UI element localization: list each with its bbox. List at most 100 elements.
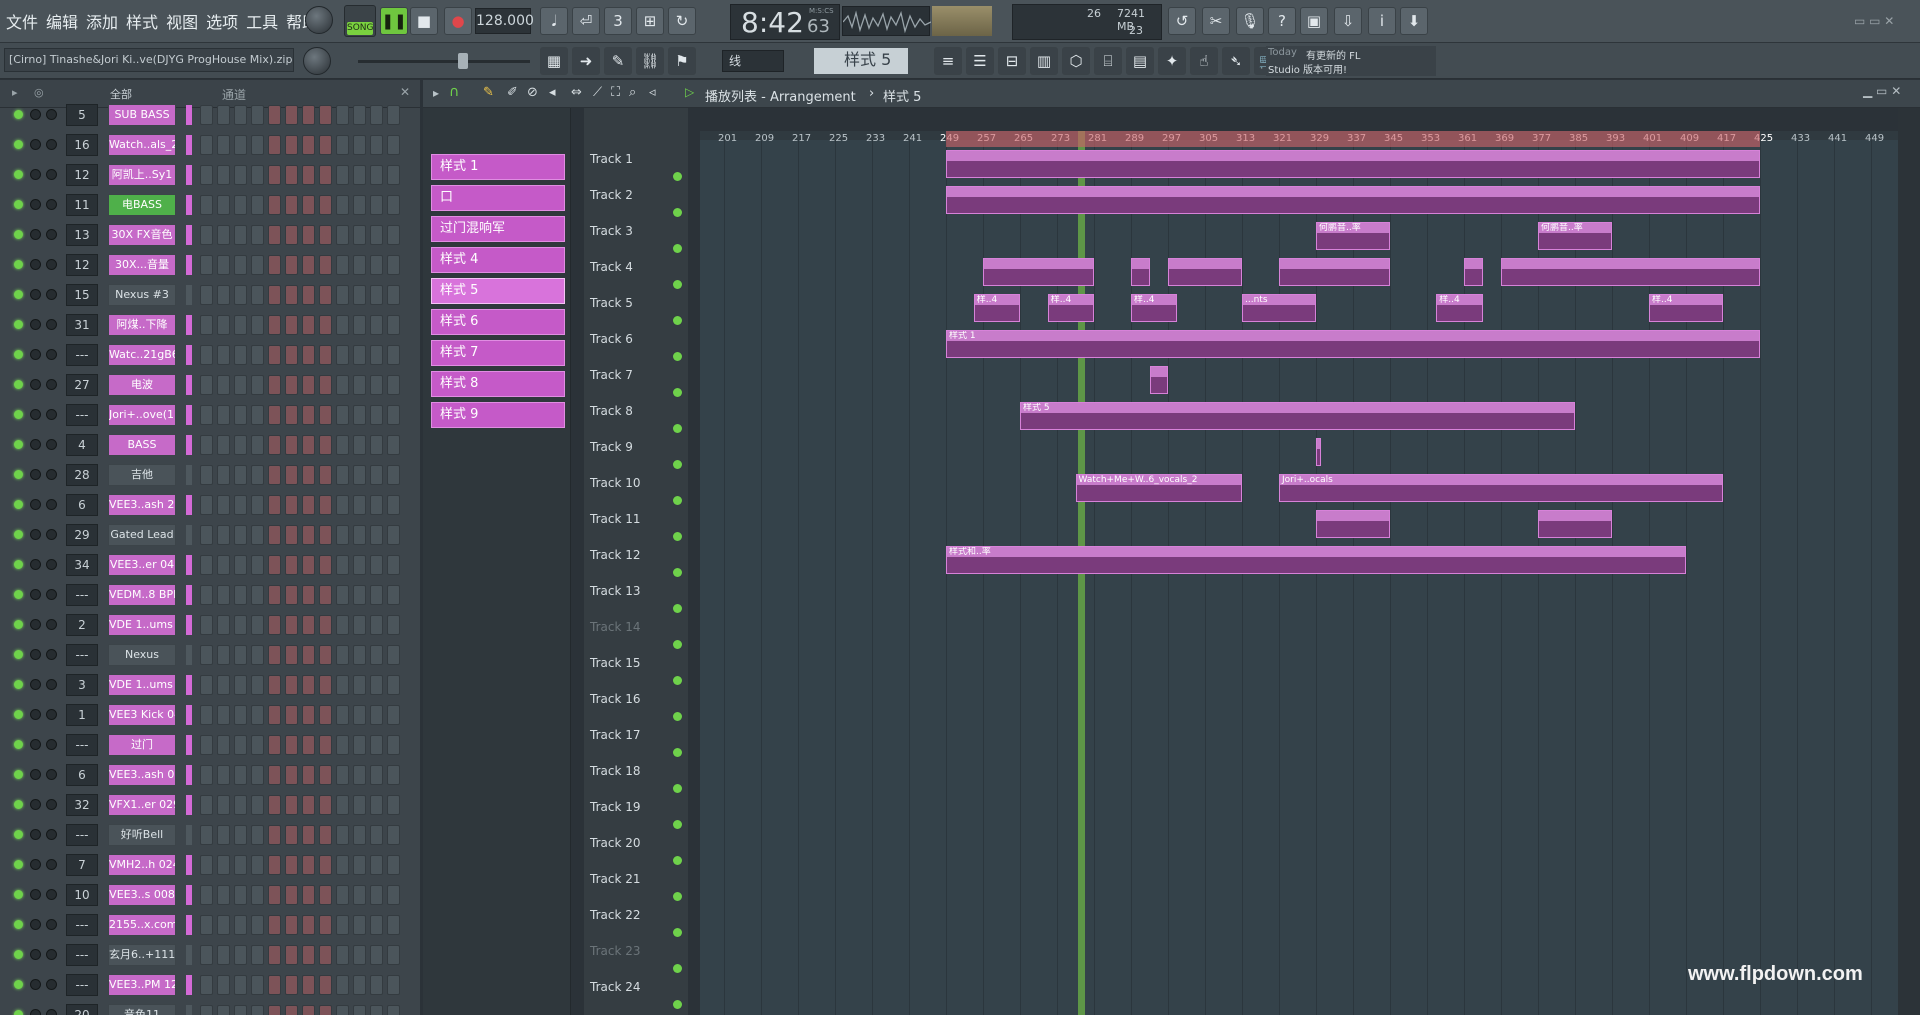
- channel-pan-knob[interactable]: [30, 529, 41, 540]
- pattern-item[interactable]: 样式 8: [431, 371, 565, 397]
- step-button[interactable]: [217, 585, 230, 605]
- channel-volume-knob[interactable]: [46, 559, 57, 570]
- vertical-scrollbar[interactable]: [1898, 108, 1920, 1015]
- step-button[interactable]: [336, 765, 349, 785]
- step-button[interactable]: [200, 105, 213, 125]
- channel-mixer-track[interactable]: 29: [66, 524, 98, 546]
- step-button[interactable]: [234, 105, 247, 125]
- step-button[interactable]: [217, 405, 230, 425]
- step-button[interactable]: [353, 555, 366, 575]
- channel-mixer-track[interactable]: ---: [66, 944, 98, 966]
- step-button[interactable]: [353, 735, 366, 755]
- step-button[interactable]: [353, 885, 366, 905]
- track-label[interactable]: Track 16: [590, 692, 640, 706]
- step-button[interactable]: [200, 825, 213, 845]
- step-button[interactable]: [353, 525, 366, 545]
- step-button[interactable]: [387, 645, 400, 665]
- step-button[interactable]: [353, 975, 366, 995]
- step-button[interactable]: [370, 585, 383, 605]
- step-button[interactable]: [285, 945, 298, 965]
- channel-row[interactable]: --- 玄月6..+111: [0, 940, 420, 970]
- channel-pan-knob[interactable]: [30, 859, 41, 870]
- track-enable-led[interactable]: [673, 532, 682, 541]
- step-button[interactable]: [234, 675, 247, 695]
- step-button[interactable]: [268, 855, 281, 875]
- channel-mute-led[interactable]: [14, 200, 23, 209]
- step-button[interactable]: [251, 945, 264, 965]
- master-volume-slider[interactable]: [358, 53, 530, 69]
- step-button[interactable]: [234, 615, 247, 635]
- channel-mute-led[interactable]: [14, 440, 23, 449]
- channel-mute-led[interactable]: [14, 530, 23, 539]
- step-button[interactable]: [251, 465, 264, 485]
- playlist-clip[interactable]: 何鹏音..率: [1538, 222, 1612, 250]
- step-button[interactable]: [387, 195, 400, 215]
- channel-mixer-track[interactable]: 5: [66, 104, 98, 126]
- step-button[interactable]: [217, 225, 230, 245]
- channel-mixer-track[interactable]: 6: [66, 764, 98, 786]
- step-button[interactable]: [336, 885, 349, 905]
- playlist-clip[interactable]: 样式 1: [946, 330, 1760, 358]
- channel-name-button[interactable]: VEE3..er 04: [108, 554, 176, 576]
- channel-row[interactable]: 4 BASS: [0, 430, 420, 460]
- channel-select-indicator[interactable]: [186, 135, 192, 155]
- pattern-item[interactable]: 样式 4: [431, 247, 565, 273]
- step-button[interactable]: [370, 915, 383, 935]
- step-button[interactable]: [302, 165, 315, 185]
- step-button[interactable]: [387, 105, 400, 125]
- step-button[interactable]: [251, 345, 264, 365]
- channel-mute-led[interactable]: [14, 110, 23, 119]
- track-label[interactable]: Track 3: [590, 224, 633, 238]
- step-button[interactable]: [302, 345, 315, 365]
- step-button[interactable]: [302, 225, 315, 245]
- channel-volume-knob[interactable]: [46, 829, 57, 840]
- step-button[interactable]: [370, 645, 383, 665]
- step-button[interactable]: [200, 345, 213, 365]
- step-button[interactable]: [234, 885, 247, 905]
- channel-volume-knob[interactable]: [46, 799, 57, 810]
- step-button[interactable]: [387, 1005, 400, 1015]
- step-button[interactable]: [336, 195, 349, 215]
- step-button[interactable]: [234, 915, 247, 935]
- track-label[interactable]: Track 8: [590, 404, 633, 418]
- channel-select-indicator[interactable]: [186, 975, 192, 995]
- channel-select-indicator[interactable]: [186, 225, 192, 245]
- channel-mixer-track[interactable]: 16: [66, 134, 98, 156]
- step-button[interactable]: [268, 345, 281, 365]
- step-button[interactable]: [387, 675, 400, 695]
- step-button[interactable]: [302, 855, 315, 875]
- channel-row[interactable]: 3 VDE 1..ums 6: [0, 670, 420, 700]
- step-button[interactable]: [336, 525, 349, 545]
- channel-mute-led[interactable]: [14, 980, 23, 989]
- channel-pan-knob[interactable]: [30, 199, 41, 210]
- channel-volume-knob[interactable]: [46, 589, 57, 600]
- step-button[interactable]: [285, 1005, 298, 1015]
- track-label[interactable]: Track 1: [590, 152, 633, 166]
- channel-row[interactable]: 1 VEE3 Kick 04: [0, 700, 420, 730]
- channel-select-indicator[interactable]: [186, 855, 192, 875]
- step-button[interactable]: [251, 525, 264, 545]
- channel-select-indicator[interactable]: [186, 255, 192, 275]
- step-button[interactable]: [302, 795, 315, 815]
- step-button[interactable]: [200, 495, 213, 515]
- step-button[interactable]: [268, 1005, 281, 1015]
- step-button[interactable]: [285, 255, 298, 275]
- step-button[interactable]: [217, 1005, 230, 1015]
- step-button[interactable]: [268, 495, 281, 515]
- step-button[interactable]: [285, 195, 298, 215]
- step-button[interactable]: [285, 405, 298, 425]
- channel-select-indicator[interactable]: [186, 825, 192, 845]
- channel-volume-knob[interactable]: [46, 619, 57, 630]
- channel-mixer-track[interactable]: ---: [66, 734, 98, 756]
- channel-mute-led[interactable]: [14, 710, 23, 719]
- step-button[interactable]: [302, 705, 315, 725]
- step-button[interactable]: [336, 375, 349, 395]
- step-button[interactable]: [336, 405, 349, 425]
- step-button[interactable]: [200, 765, 213, 785]
- playlist-clip[interactable]: 样..4: [1131, 294, 1178, 322]
- channel-pan-knob[interactable]: [30, 949, 41, 960]
- step-button[interactable]: [319, 225, 332, 245]
- step-button[interactable]: [370, 435, 383, 455]
- channel-select-indicator[interactable]: [186, 435, 192, 455]
- playlist-clip[interactable]: [946, 186, 1760, 214]
